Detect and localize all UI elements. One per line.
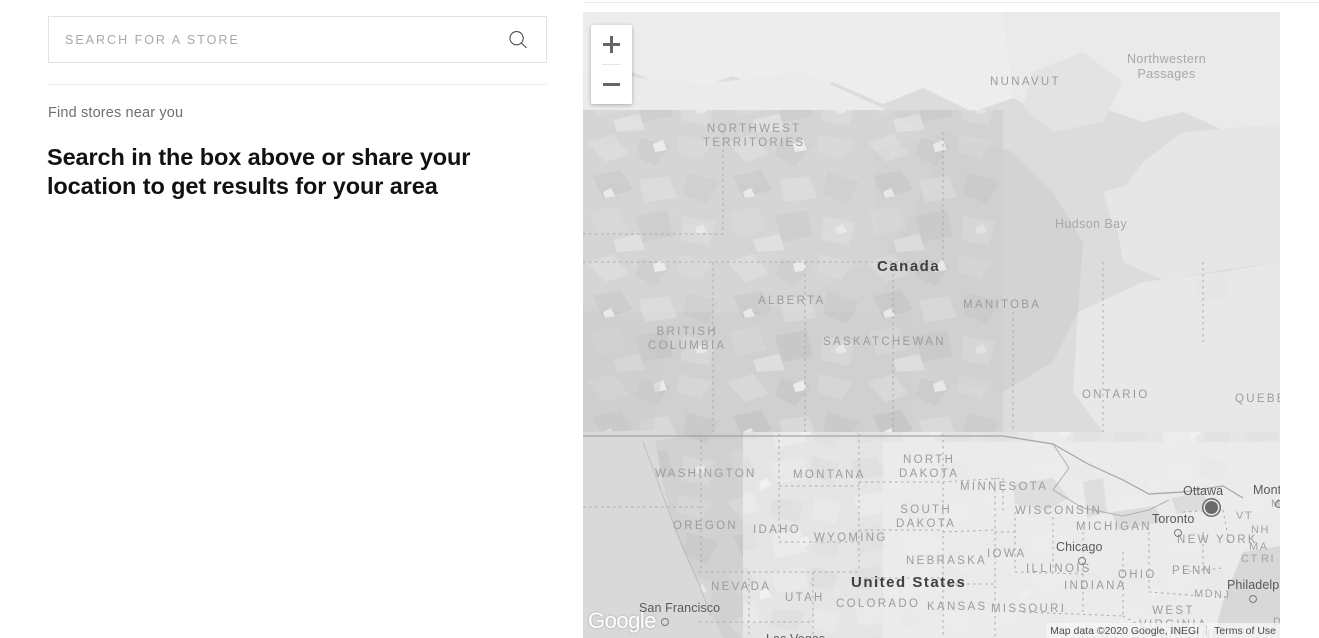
search-icon [507, 29, 529, 51]
page-title: Search in the box above or share your lo… [47, 144, 471, 199]
map-base-graphics [583, 12, 1280, 638]
zoom-in-button[interactable] [591, 25, 632, 64]
find-stores-near-you-label: Find stores near you [48, 105, 184, 121]
plus-icon-vertical [610, 36, 613, 53]
map-data-attribution: Map data ©2020 Google, INEGI [1050, 624, 1200, 637]
map-container[interactable]: Canada United States NUNAVUT NORTHWEST TER… [583, 12, 1280, 638]
map-city-marker-chicago [1078, 557, 1086, 565]
store-locator-page: Find stores near you Search in the box a… [0, 0, 1319, 638]
map-attribution-bar: Map data ©2020 Google, INEGI Terms of Us… [1046, 623, 1280, 638]
panel-divider [48, 84, 547, 85]
map-city-marker-ottawa [1205, 501, 1218, 514]
google-watermark: Google [588, 608, 656, 633]
attribution-divider [1206, 625, 1208, 636]
store-search-panel: Find stores near you Search in the box a… [0, 0, 583, 638]
terms-of-use-link[interactable]: Terms of Use [1214, 625, 1276, 637]
zoom-out-button[interactable] [591, 65, 632, 104]
map-zoom-control[interactable] [591, 25, 632, 104]
map-city-marker-toronto [1174, 529, 1182, 537]
map-city-marker-montreal [1275, 500, 1280, 508]
minus-icon [603, 83, 620, 86]
map-canvas[interactable]: Canada United States NUNAVUT NORTHWEST TER… [583, 12, 1280, 638]
search-submit-button[interactable] [496, 17, 540, 62]
search-input[interactable] [49, 17, 504, 62]
map-city-marker-philadelphia [1249, 595, 1257, 603]
search-box[interactable] [48, 16, 547, 63]
map-city-marker-san-francisco [661, 618, 669, 626]
